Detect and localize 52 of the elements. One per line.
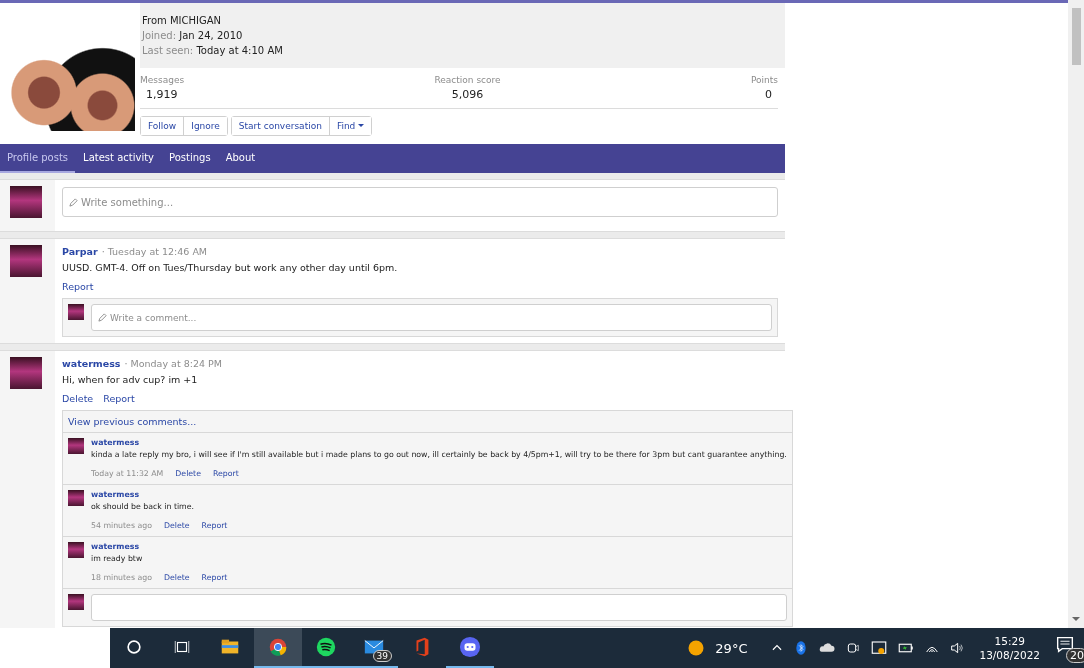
notification-count: 20 — [1066, 648, 1084, 663]
post-action-link[interactable]: Report — [103, 393, 135, 404]
post-action-link[interactable]: Report — [62, 281, 94, 292]
clock-time: 15:29 — [994, 635, 1025, 647]
search-icon[interactable] — [124, 637, 144, 657]
avatar-photo — [68, 304, 84, 320]
badge-count: 39 — [372, 650, 392, 662]
camera-icon[interactable] — [845, 640, 862, 656]
comment-input[interactable] — [91, 594, 787, 621]
action-button[interactable]: Follow — [141, 117, 185, 135]
stat-label: Reaction score — [434, 75, 501, 85]
pencil-icon — [98, 313, 107, 322]
task-view-icon[interactable] — [173, 638, 191, 656]
speaker-icon[interactable] — [949, 640, 966, 656]
post-input[interactable]: Write something... — [62, 187, 778, 217]
profile-tab[interactable]: Postings — [162, 144, 218, 173]
comment-input[interactable]: Write a comment... — [91, 304, 772, 331]
avatar-photo — [10, 357, 42, 389]
avatar-photo — [10, 245, 42, 277]
last-seen-text: Last seen: Today at 4:10 AM — [142, 45, 284, 56]
post-time: · Monday at 8:24 PM — [124, 358, 222, 369]
stat-label: Points — [750, 75, 778, 85]
browser-icon[interactable] — [267, 636, 289, 658]
display-icon[interactable] — [870, 639, 889, 657]
music-app-icon[interactable] — [315, 636, 337, 658]
pencil-icon — [69, 197, 78, 207]
stat-value: 0 — [764, 88, 773, 101]
profile-tab[interactable]: About — [218, 144, 263, 173]
action-button[interactable]: Start conversation — [231, 117, 330, 135]
avatar-photo — [68, 490, 84, 506]
username-link[interactable]: Parpar — [62, 246, 98, 257]
username-link[interactable]: watermess — [62, 358, 121, 369]
post-time: · Tuesday at 12:46 AM — [101, 246, 208, 257]
view-previous-link[interactable]: View previous comments... — [63, 411, 792, 433]
avatar-photo — [10, 186, 42, 218]
scrollbar-thumb[interactable] — [1071, 8, 1081, 65]
stat-label: Messages — [140, 75, 185, 85]
location-text: From MICHIGAN — [142, 15, 223, 26]
post-text: UUSD. GMT-4. Off on Tues/Thursday but work any other day until 6pm. — [62, 262, 399, 273]
profile-tab[interactable]: Profile posts — [0, 144, 76, 173]
stat-value: 1,919 — [145, 88, 179, 101]
joined-text: Joined: Jan 24, 2010 — [142, 30, 244, 41]
avatar-photo — [68, 542, 84, 558]
clock-date: 13/08/2022 — [979, 649, 1040, 661]
temperature-text: 29°C — [715, 640, 748, 656]
stat-value: 5,096 — [450, 88, 485, 101]
post-action-link[interactable]: Delete — [62, 393, 94, 404]
avatar-photo — [68, 438, 84, 454]
post-text: Hi, when for adv cup? im +1 — [62, 374, 199, 385]
chat-app-icon[interactable] — [459, 636, 481, 658]
profile-tab[interactable]: Latest activity — [76, 144, 162, 173]
avatar-photo — [68, 594, 84, 610]
